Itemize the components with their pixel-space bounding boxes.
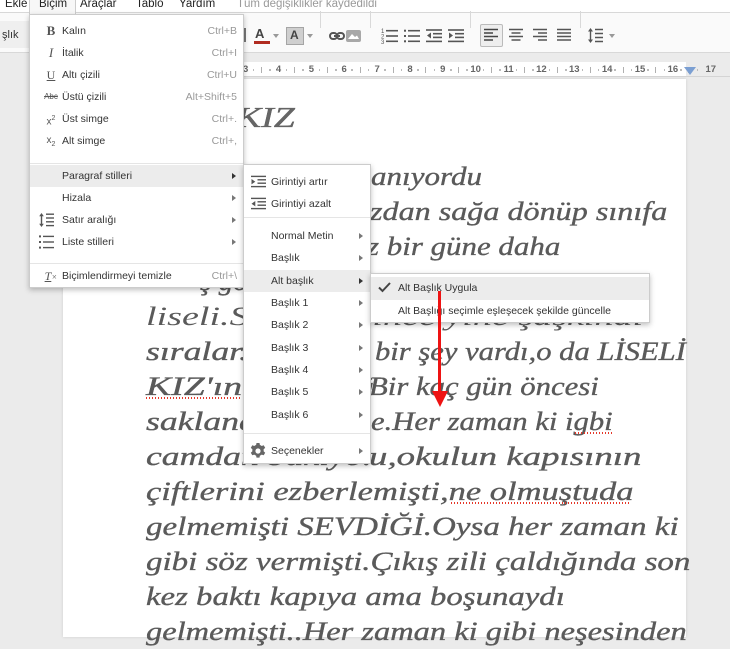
svg-text:3: 3 [381,40,385,44]
